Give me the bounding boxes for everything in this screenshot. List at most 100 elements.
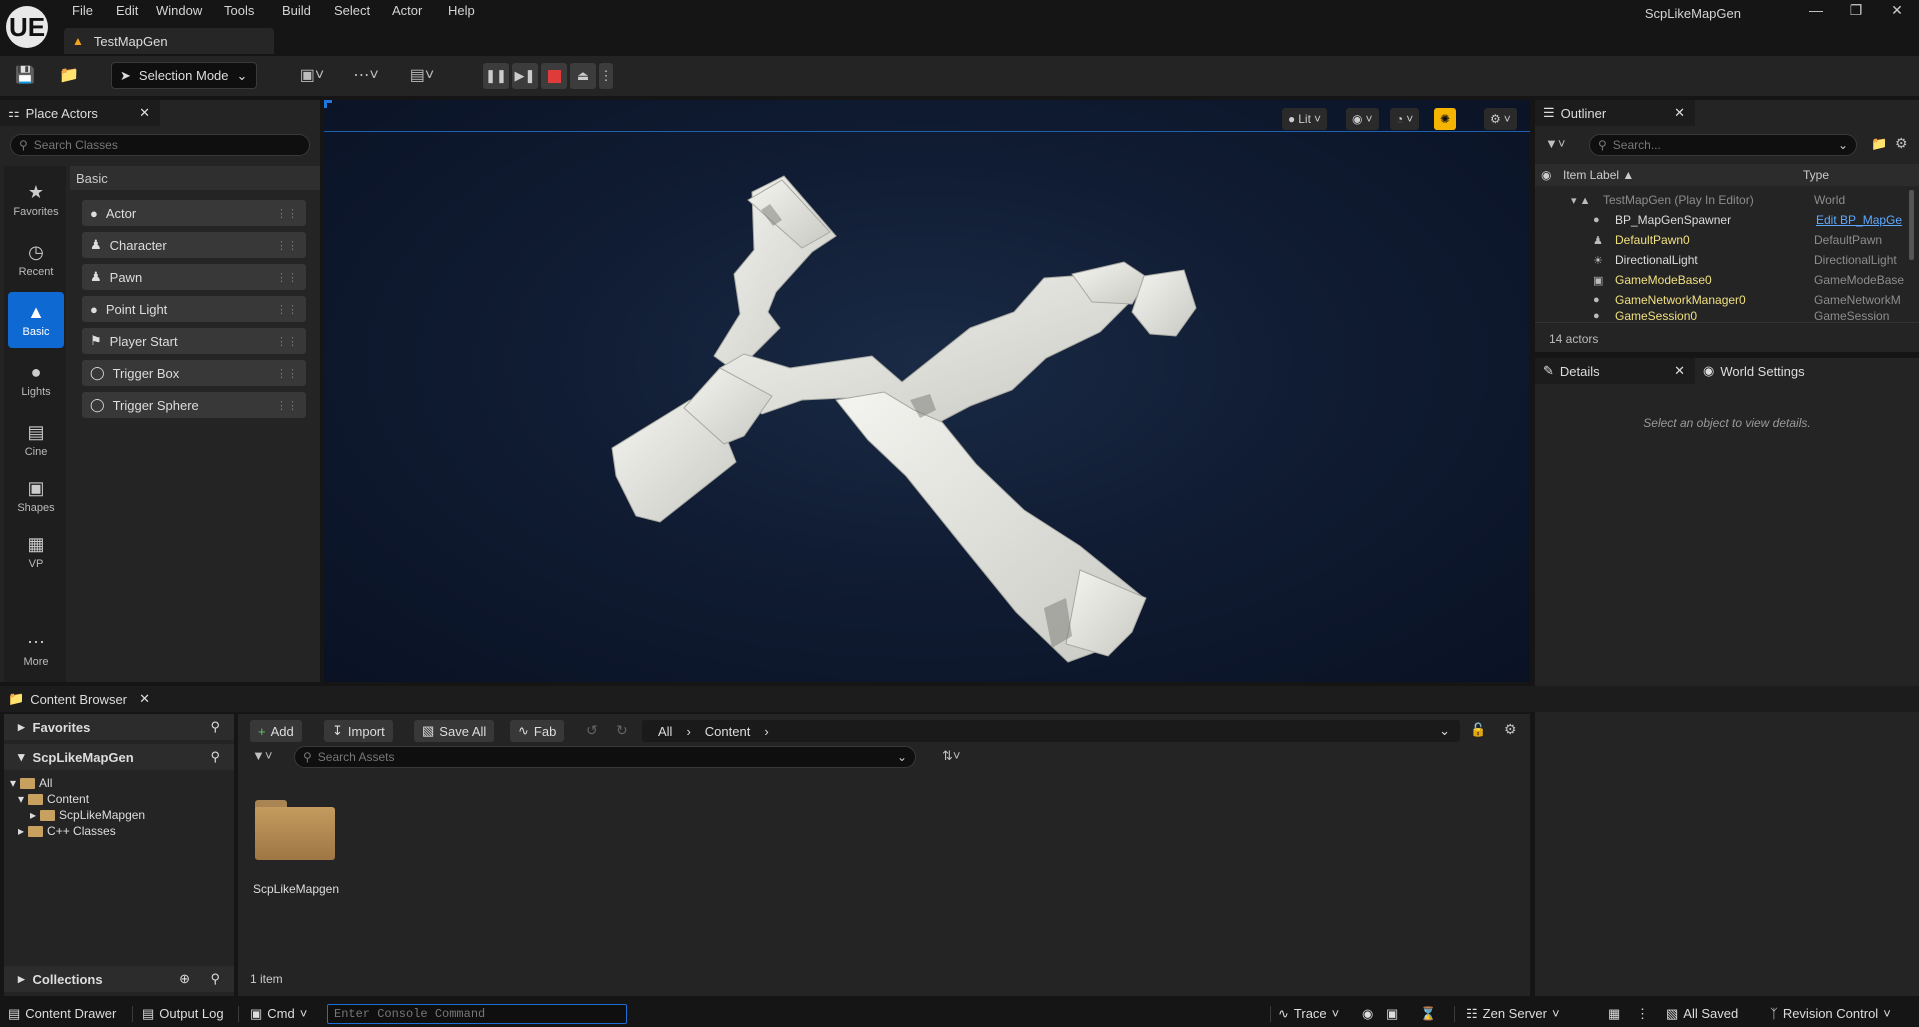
actor-item-actor[interactable]: ● Actor ⋮⋮ <box>82 200 306 226</box>
category-shapes[interactable]: ▣ Shapes <box>8 468 64 524</box>
outliner-row[interactable]: ▣ GameModeBase0 GameModeBase <box>1535 270 1919 290</box>
viewport-settings-dropdown[interactable]: ⚙ ˅ <box>1484 108 1517 130</box>
actor-item-point-light[interactable]: ● Point Light ⋮⋮ <box>82 296 306 322</box>
show-flags-dropdown[interactable]: ◉ ˅ <box>1346 108 1379 130</box>
browse-icon[interactable]: 📁 <box>56 64 82 88</box>
chevron-down-icon[interactable]: ⌄ <box>897 750 907 764</box>
actor-item-player-start[interactable]: ⚑ Player Start ⋮⋮ <box>82 328 306 354</box>
type-column[interactable]: Type <box>1803 168 1829 182</box>
tree-item-all[interactable]: ▾ All <box>10 776 52 790</box>
all-saved-button[interactable]: ▧ All Saved <box>1666 1000 1738 1027</box>
world-settings-tab[interactable]: ◉ World Settings <box>1695 358 1855 384</box>
add-button[interactable]: + Add <box>250 720 302 742</box>
drag-handle-icon[interactable]: ⋮⋮ <box>276 239 298 252</box>
menu-build[interactable]: Build <box>276 3 317 18</box>
level-tab[interactable]: ▲ TestMapGen <box>64 28 274 54</box>
lock-icon[interactable]: 🔓 <box>1470 722 1486 738</box>
actor-item-trigger-sphere[interactable]: ◯ Trigger Sphere ⋮⋮ <box>82 392 306 418</box>
stop-button[interactable] <box>541 63 567 89</box>
add-collection-icon[interactable]: ⊕ <box>179 971 190 987</box>
chevron-right-icon[interactable]: › <box>764 724 768 739</box>
drag-handle-icon[interactable]: ⋮⋮ <box>276 303 298 316</box>
category-vp[interactable]: ▦ VP <box>8 524 64 580</box>
history-dropdown-icon[interactable]: ⌄ <box>1439 723 1450 739</box>
add-actor-icon[interactable]: ▣˅ <box>292 64 332 88</box>
drag-handle-icon[interactable]: ⋮⋮ <box>276 399 298 412</box>
category-lights[interactable]: ● Lights <box>8 352 64 408</box>
level-viewport[interactable]: ● Lit ˅ ◉ ˅ ◔ ˅ ✺ ⚙ ˅ <box>324 100 1530 682</box>
category-basic[interactable]: ▲ Basic <box>8 292 64 348</box>
gear-icon[interactable]: ⚙ <box>1895 135 1908 152</box>
scalability-warning-button[interactable]: ✺ <box>1434 108 1456 130</box>
add-folder-icon[interactable]: 📁 <box>1871 136 1887 152</box>
outliner-row[interactable]: ● GameNetworkManager0 GameNetworkM <box>1535 290 1919 310</box>
drag-handle-icon[interactable]: ⋮⋮ <box>276 367 298 380</box>
performance-dropdown[interactable]: ◔ ˅ <box>1390 108 1420 130</box>
skip-frame-button[interactable]: ▶❚ <box>512 63 538 89</box>
collections-header[interactable]: ▸ Collections ⊕ ⚲ <box>4 966 234 992</box>
close-icon[interactable]: ✕ <box>1878 2 1916 22</box>
eject-button[interactable]: ⏏ <box>570 63 596 89</box>
chevron-right-icon[interactable]: › <box>686 724 690 739</box>
close-tab-icon[interactable]: ✕ <box>139 691 150 707</box>
menu-actor[interactable]: Actor <box>386 3 428 18</box>
item-label-column[interactable]: Item Label ▲ <box>1563 168 1634 182</box>
save-icon[interactable]: 💾 <box>12 64 38 88</box>
search-classes-input[interactable]: ⚲ Search Classes <box>10 134 310 156</box>
hourglass-icon[interactable]: ⌛ <box>1420 1000 1436 1027</box>
cinematics-icon[interactable]: ▤˅ <box>402 64 442 88</box>
menu-window[interactable]: Window <box>150 3 208 18</box>
fab-button[interactable]: ∿ Fab <box>510 720 565 742</box>
place-actors-tab[interactable]: ⚏ Place Actors ✕ <box>0 100 160 126</box>
cmd-dropdown[interactable]: ▣ Cmd ˅ <box>250 1000 307 1027</box>
blueprint-icon[interactable]: ⋯˅ <box>346 64 386 88</box>
revision-control-dropdown[interactable]: ᛉ Revision Control ˅ <box>1770 1000 1891 1027</box>
filter-icon[interactable]: ▼˅ <box>252 748 272 763</box>
drag-handle-icon[interactable]: ⋮⋮ <box>276 271 298 284</box>
breadcrumb-all[interactable]: All <box>658 724 672 739</box>
menu-help[interactable]: Help <box>442 3 481 18</box>
actor-item-character[interactable]: ♟ Character ⋮⋮ <box>82 232 306 258</box>
gear-icon[interactable]: ⚙ <box>1504 721 1517 738</box>
breadcrumb-content[interactable]: Content <box>705 724 751 739</box>
pause-button[interactable]: ❚❚ <box>483 63 509 89</box>
search-icon[interactable]: ⚲ <box>210 719 220 735</box>
maximize-icon[interactable]: ❐ <box>1837 2 1875 22</box>
category-cine[interactable]: ▤ Cine <box>8 412 64 468</box>
play-options-button[interactable]: ⋮ <box>599 63 613 89</box>
save-all-button[interactable]: ▧ Save All <box>414 720 495 742</box>
outliner-scrollbar[interactable] <box>1909 190 1914 260</box>
selection-mode-dropdown[interactable]: ➤ Selection Mode ⌄ <box>111 62 257 89</box>
close-tab-icon[interactable]: ✕ <box>1674 105 1685 121</box>
minimize-icon[interactable]: — <box>1797 2 1835 22</box>
actor-item-trigger-box[interactable]: ◯ Trigger Box ⋮⋮ <box>82 360 306 386</box>
content-drawer-button[interactable]: ▤ Content Drawer <box>8 1000 116 1027</box>
more-options-icon[interactable]: ⋮ <box>1636 1000 1649 1027</box>
search-icon[interactable]: ⚲ <box>210 749 220 765</box>
import-button[interactable]: ↧ Import <box>324 720 393 742</box>
close-tab-icon[interactable]: ✕ <box>1674 363 1685 379</box>
outliner-row[interactable]: ♟ DefaultPawn0 DefaultPawn <box>1535 230 1919 250</box>
search-assets-input[interactable]: ⚲ Search Assets ⌄ <box>294 746 916 768</box>
category-recent[interactable]: ◷ Recent <box>8 232 64 288</box>
category-more[interactable]: ⋯ More <box>8 622 64 678</box>
details-tab[interactable]: ✎ Details ✕ <box>1535 358 1695 384</box>
outliner-search-input[interactable]: ⚲ Search... ⌄ <box>1589 134 1857 156</box>
zen-server-dropdown[interactable]: ☷ Zen Server ˅ <box>1466 1000 1560 1027</box>
screenshot-icon[interactable]: ▣ <box>1386 1000 1398 1027</box>
content-browser-tab[interactable]: 📁 Content Browser ✕ <box>0 686 160 712</box>
outliner-tab[interactable]: ☰ Outliner ✕ <box>1535 100 1695 126</box>
view-mode-dropdown[interactable]: ● Lit ˅ <box>1282 108 1327 130</box>
project-header[interactable]: ▾ ScpLikeMapGen ⚲ <box>4 744 234 770</box>
tree-item-content[interactable]: ▾ Content <box>18 792 89 806</box>
menu-edit[interactable]: Edit <box>110 3 144 18</box>
search-icon[interactable]: ⚲ <box>210 971 220 987</box>
menu-tools[interactable]: Tools <box>218 3 260 18</box>
filter-icon[interactable]: ▼˅ <box>1545 136 1565 151</box>
output-log-button[interactable]: ▤ Output Log <box>142 1000 224 1027</box>
category-favorites[interactable]: ★ Favorites <box>8 172 64 228</box>
outliner-row[interactable]: ☀ DirectionalLight DirectionalLight <box>1535 250 1919 270</box>
drag-handle-icon[interactable]: ⋮⋮ <box>276 335 298 348</box>
unreal-logo-icon[interactable]: UE <box>6 6 48 48</box>
outliner-row[interactable]: ▾ ▲ TestMapGen (Play In Editor) World <box>1535 190 1919 210</box>
